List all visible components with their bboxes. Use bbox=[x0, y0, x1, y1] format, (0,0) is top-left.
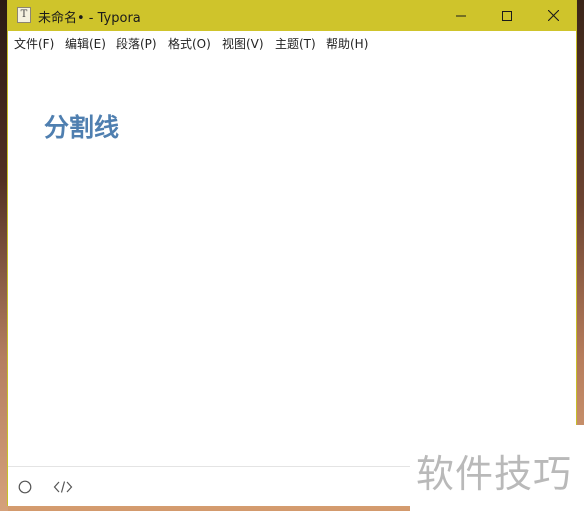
menu-theme[interactable]: 主题(T) bbox=[275, 35, 316, 52]
maximize-button[interactable] bbox=[484, 0, 530, 31]
menu-edit[interactable]: 编辑(E) bbox=[65, 35, 106, 52]
menu-file[interactable]: 文件(F) bbox=[14, 35, 54, 52]
code-icon bbox=[53, 481, 73, 493]
outline-toggle-button[interactable] bbox=[14, 477, 36, 497]
menu-help[interactable]: 帮助(H) bbox=[326, 35, 368, 52]
watermark-text: 软件技巧 bbox=[416, 452, 573, 496]
source-code-mode-button[interactable] bbox=[52, 477, 74, 497]
minimize-button[interactable] bbox=[438, 0, 484, 31]
document-heading[interactable]: 分割线 bbox=[44, 108, 119, 144]
menu-view[interactable]: 视图(V) bbox=[222, 35, 264, 52]
maximize-icon bbox=[502, 10, 512, 21]
editor-area[interactable]: 分割线 bbox=[8, 53, 576, 465]
close-icon bbox=[547, 10, 559, 21]
circle-icon bbox=[18, 480, 32, 494]
desktop-wallpaper-left bbox=[0, 0, 8, 511]
window-title: 未命名• - Typora bbox=[38, 11, 141, 26]
menu-format[interactable]: 格式(O) bbox=[168, 35, 211, 52]
title-bar[interactable]: T 未命名• - Typora bbox=[8, 0, 576, 31]
close-button[interactable] bbox=[530, 0, 576, 31]
watermark: 软件技巧 bbox=[410, 425, 584, 511]
typora-app-icon: T bbox=[17, 7, 31, 23]
menu-bar: 文件(F) 编辑(E) 段落(P) 格式(O) 视图(V) 主题(T) 帮助(H… bbox=[8, 31, 576, 53]
minimize-icon bbox=[456, 15, 466, 16]
menu-paragraph[interactable]: 段落(P) bbox=[116, 35, 157, 52]
